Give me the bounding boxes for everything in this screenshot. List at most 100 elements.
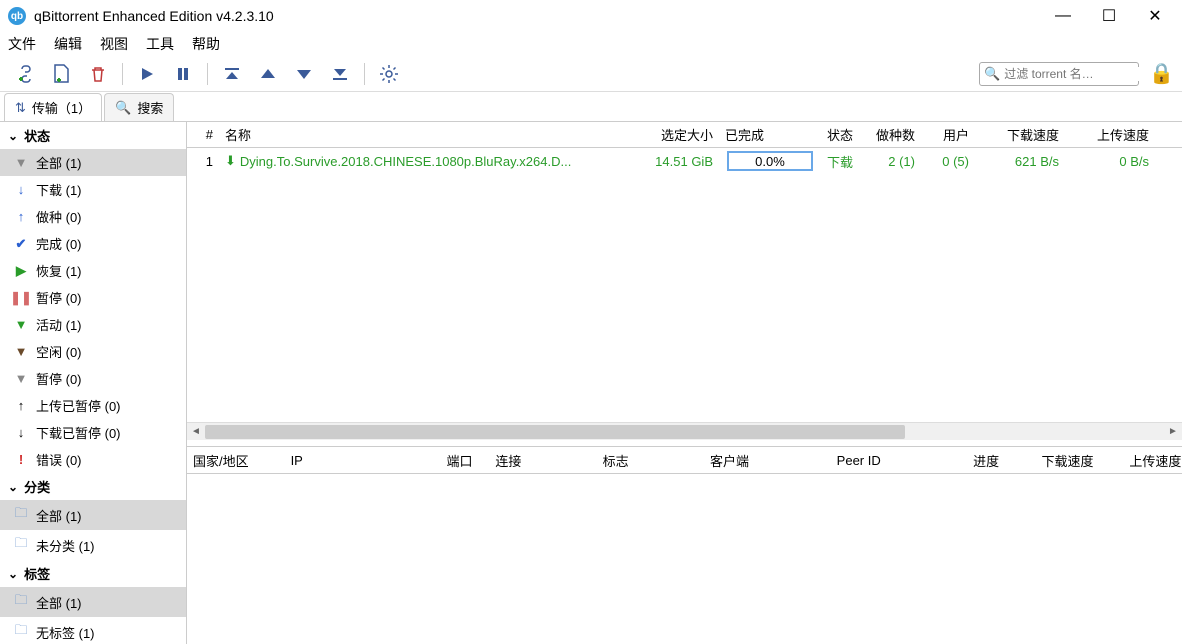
pcol-port[interactable]: 端口 (440, 451, 489, 470)
folder-icon: 🗀 (14, 621, 28, 643)
cell-status: 下载 (821, 152, 865, 171)
cell-done: 0.0% (719, 151, 821, 171)
filter-input[interactable] (1004, 67, 1159, 81)
col-num[interactable]: # (187, 127, 219, 142)
scroll-thumb[interactable] (205, 425, 905, 439)
filter-box[interactable]: 🔍 (979, 62, 1139, 86)
h-scrollbar[interactable]: ◄ ► (187, 422, 1182, 440)
move-down-icon[interactable] (290, 60, 318, 88)
tab-bar: ⇅ 传输（1） 🔍 搜索 (0, 92, 1182, 122)
status-label: 暂停 (0) (36, 369, 82, 388)
pcol-ip[interactable]: IP (285, 453, 441, 468)
col-name[interactable]: 名称 (219, 125, 649, 144)
category-item[interactable]: 🗀全部 (1) (0, 500, 186, 530)
pcol-dlspeed[interactable]: 下载速度 (1036, 451, 1124, 470)
status-filter-item[interactable]: ↓下载 (1) (0, 176, 186, 203)
cell-num: 1 (187, 154, 219, 169)
status-label: 暂停 (0) (36, 288, 82, 307)
status-icon: ▼ (14, 155, 28, 170)
status-label: 空闲 (0) (36, 342, 82, 361)
pcol-progress[interactable]: 进度 (967, 451, 1035, 470)
add-link-icon[interactable] (12, 60, 40, 88)
folder-icon: 🗀 (14, 534, 28, 556)
col-upspeed[interactable]: 上传速度 (1065, 125, 1155, 144)
menu-help[interactable]: 帮助 (192, 34, 220, 54)
category-item[interactable]: 🗀未分类 (1) (0, 530, 186, 560)
col-done[interactable]: 已完成 (719, 125, 821, 144)
tag-label: 全部 (1) (36, 593, 82, 612)
toolbar: 🔍 🔒 (0, 56, 1182, 92)
status-filter-item[interactable]: ▼全部 (1) (0, 149, 186, 176)
status-icon: ! (14, 452, 28, 467)
move-up-icon[interactable] (254, 60, 282, 88)
tab-transfers-label: 传输（1） (32, 98, 91, 117)
tab-transfers[interactable]: ⇅ 传输（1） (4, 93, 102, 121)
pause-icon[interactable] (169, 60, 197, 88)
tag-item[interactable]: 🗀全部 (1) (0, 587, 186, 617)
search-tab-icon: 🔍 (115, 100, 131, 116)
tag-item[interactable]: 🗀无标签 (1) (0, 617, 186, 644)
col-size[interactable]: 选定大小 (649, 125, 719, 144)
status-filter-item[interactable]: ✔完成 (0) (0, 230, 186, 257)
menu-tools[interactable]: 工具 (146, 34, 174, 54)
menu-view[interactable]: 视图 (100, 34, 128, 54)
tab-search[interactable]: 🔍 搜索 (104, 93, 174, 121)
peers-list (187, 474, 1182, 644)
pcol-country[interactable]: 国家/地区 (187, 451, 285, 470)
col-status[interactable]: 状态 (821, 125, 865, 144)
scroll-left-icon[interactable]: ◄ (187, 423, 205, 441)
minimize-button[interactable]: — (1040, 0, 1086, 32)
menubar: 文件 编辑 视图 工具 帮助 (0, 32, 1182, 56)
status-filter-item[interactable]: ↓下载已暂停 (0) (0, 419, 186, 446)
status-filter-item[interactable]: ▼活动 (1) (0, 311, 186, 338)
settings-icon[interactable] (375, 60, 403, 88)
status-filter-item[interactable]: ▼ 暂停 (0) (0, 365, 186, 392)
status-label: 活动 (1) (36, 315, 82, 334)
category-group-header[interactable]: ⌄分类 (0, 473, 186, 500)
torrent-row[interactable]: 1 ⬇ Dying.To.Survive.2018.CHINESE.1080p.… (187, 148, 1182, 174)
pcol-conn[interactable]: 连接 (489, 451, 596, 470)
sidebar: ⌄状态 ▼全部 (1)↓下载 (1)↑做种 (0)✔完成 (0)▶恢复 (1)❚… (0, 122, 187, 644)
folder-icon: 🗀 (14, 504, 28, 526)
status-group-header[interactable]: ⌄状态 (0, 122, 186, 149)
peer-columns: 国家/地区 IP 端口 连接 标志 客户端 Peer ID 进度 下载速度 上传… (187, 446, 1182, 474)
app-logo: qb (8, 7, 26, 25)
cell-name: ⬇ Dying.To.Survive.2018.CHINESE.1080p.Bl… (219, 153, 649, 169)
move-bottom-icon[interactable] (326, 60, 354, 88)
status-filter-item[interactable]: ▼空闲 (0) (0, 338, 186, 365)
menu-file[interactable]: 文件 (8, 34, 36, 54)
pcol-upspeed[interactable]: 上传速度 (1123, 451, 1182, 470)
pcol-client[interactable]: 客户端 (704, 451, 831, 470)
col-dlspeed[interactable]: 下载速度 (975, 125, 1065, 144)
tab-search-label: 搜索 (137, 98, 163, 117)
search-icon: 🔍 (984, 66, 1000, 82)
status-filter-item[interactable]: ▶恢复 (1) (0, 257, 186, 284)
add-file-icon[interactable] (48, 60, 76, 88)
status-label: 下载已暂停 (0) (36, 423, 121, 442)
move-top-icon[interactable] (218, 60, 246, 88)
scroll-right-icon[interactable]: ► (1164, 423, 1182, 441)
titlebar: qb qBittorrent Enhanced Edition v4.2.3.1… (0, 0, 1182, 32)
col-seeds[interactable]: 做种数 (865, 125, 921, 144)
tags-group-header[interactable]: ⌄标签 (0, 560, 186, 587)
resume-icon[interactable] (133, 60, 161, 88)
status-filter-item[interactable]: ↑做种 (0) (0, 203, 186, 230)
pcol-peerid[interactable]: Peer ID (831, 453, 967, 468)
status-filter-item[interactable]: ❚❚暂停 (0) (0, 284, 186, 311)
status-filter-item[interactable]: !错误 (0) (0, 446, 186, 473)
menu-edit[interactable]: 编辑 (54, 34, 82, 54)
progress-bar: 0.0% (727, 151, 813, 171)
close-button[interactable]: ✕ (1132, 0, 1178, 32)
maximize-button[interactable]: ☐ (1086, 0, 1132, 32)
status-label: 完成 (0) (36, 234, 82, 253)
status-icon: ↑ (14, 209, 28, 224)
status-label: 下载 (1) (36, 180, 82, 199)
pcol-flags[interactable]: 标志 (597, 451, 704, 470)
cell-dlspeed: 621 B/s (975, 154, 1065, 169)
lock-icon[interactable]: 🔒 (1149, 61, 1174, 86)
col-peers[interactable]: 用户 (921, 125, 975, 144)
status-icon: ▼ (14, 371, 28, 386)
delete-icon[interactable] (84, 60, 112, 88)
window-title: qBittorrent Enhanced Edition v4.2.3.10 (34, 8, 1040, 24)
status-filter-item[interactable]: ↑上传已暂停 (0) (0, 392, 186, 419)
